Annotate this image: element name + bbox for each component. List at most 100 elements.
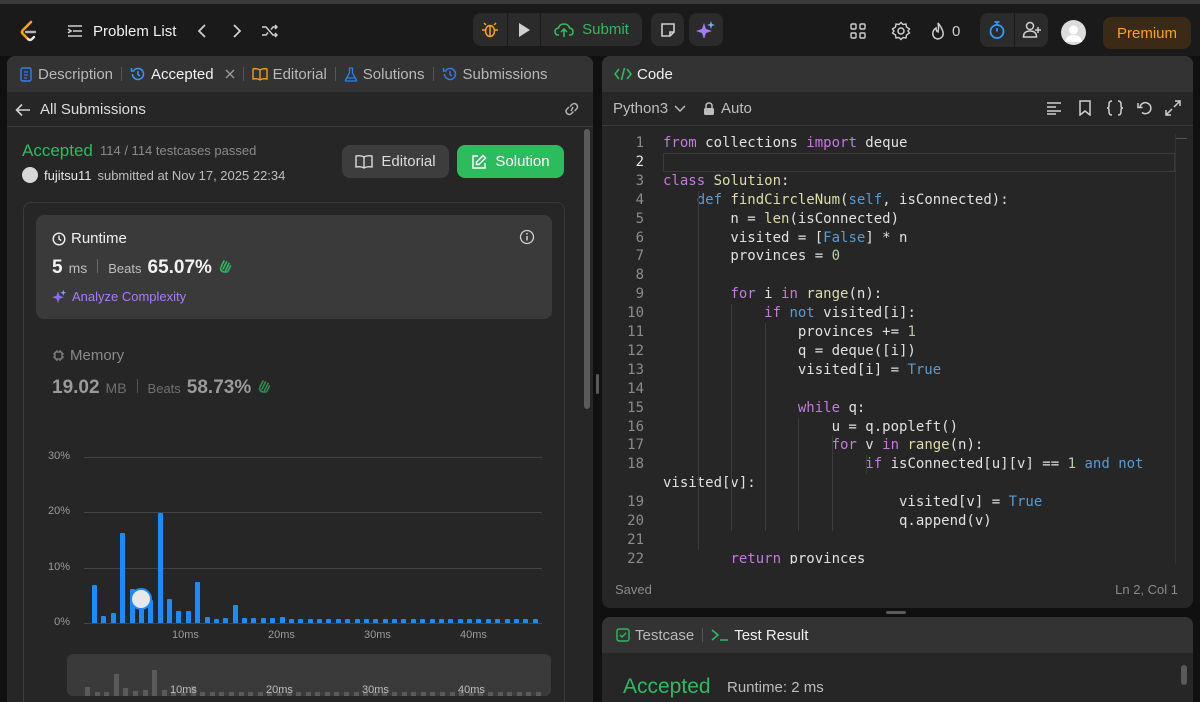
tab-accepted[interactable]: Accepted [124, 66, 241, 83]
runtime-bar[interactable] [260, 618, 266, 623]
runtime-bar[interactable] [242, 618, 247, 623]
submit-button[interactable]: Submit [541, 13, 642, 46]
tab-submissions[interactable]: Submissions [436, 66, 554, 83]
premium-button[interactable]: Premium [1103, 17, 1191, 49]
left-scrollbar[interactable] [584, 129, 590, 409]
test-panel-scrollbar[interactable] [1181, 665, 1187, 685]
runtime-bar[interactable] [176, 611, 182, 623]
runtime-bar[interactable] [532, 618, 538, 623]
runtime-bar[interactable] [485, 618, 491, 623]
leetcode-logo[interactable] [16, 18, 42, 44]
auto-mode-toggle[interactable]: Auto [703, 100, 752, 117]
tab-editorial[interactable]: Editorial [246, 66, 333, 83]
close-tab-icon[interactable] [225, 69, 235, 79]
runtime-bar[interactable] [420, 618, 426, 623]
share-link-icon[interactable] [563, 101, 581, 122]
runtime-bar[interactable] [448, 618, 454, 623]
top-bar: Problem List Submit 0 Premium [0, 0, 1200, 56]
runtime-bar[interactable] [513, 618, 519, 623]
runtime-bar[interactable] [326, 618, 332, 623]
bookmark-icon[interactable] [1078, 100, 1092, 121]
runtime-bar[interactable] [307, 618, 313, 623]
run-button[interactable] [508, 13, 540, 46]
submitter-avatar[interactable] [22, 167, 38, 183]
testcases-passed: 114 / 114 testcases passed [100, 143, 257, 158]
runtime-bar[interactable] [223, 618, 229, 623]
timer-button[interactable] [980, 13, 1014, 47]
runtime-bar[interactable] [354, 618, 360, 623]
mini-bar [123, 687, 129, 696]
settings-gear-icon[interactable] [891, 21, 911, 41]
analyze-complexity-link[interactable]: Analyze Complexity [52, 289, 186, 304]
notes-button[interactable] [651, 13, 684, 46]
editorial-button[interactable]: Editorial [342, 145, 449, 178]
runtime-bar[interactable] [457, 618, 463, 623]
runtime-bar[interactable] [279, 616, 285, 623]
format-lines-icon[interactable] [1046, 101, 1062, 120]
runtime-bar[interactable] [185, 611, 191, 623]
tab-solutions[interactable]: Solutions [338, 66, 431, 83]
runtime-bar[interactable] [167, 599, 172, 623]
tab-description[interactable]: Description [13, 66, 119, 83]
vertical-splitter-handle[interactable] [596, 374, 599, 394]
debug-button[interactable] [473, 13, 507, 46]
runtime-bar[interactable] [373, 618, 379, 623]
streak-counter[interactable]: 0 [930, 19, 960, 43]
submitter-name[interactable]: fujitsu11 [44, 168, 91, 183]
code-line: class Solution: [663, 172, 790, 189]
ai-assistant-button[interactable] [689, 13, 723, 46]
runtime-card[interactable]: Runtime 5 ms Beats 65.07% Analyze Comple… [36, 215, 552, 319]
horizontal-splitter-handle[interactable] [886, 611, 906, 614]
tab-test-result[interactable]: Test Result [705, 627, 814, 644]
language-selector[interactable]: Python3 [613, 100, 686, 117]
add-friend-button[interactable] [1015, 13, 1048, 47]
info-icon[interactable] [519, 229, 535, 250]
back-to-submissions[interactable]: All Submissions [15, 101, 146, 118]
runtime-bar[interactable] [110, 613, 116, 623]
runtime-bar[interactable] [298, 618, 304, 623]
runtime-bar[interactable] [467, 618, 472, 623]
runtime-bar[interactable] [195, 582, 201, 623]
braces-icon[interactable] [1106, 100, 1124, 121]
runtime-bar[interactable] [251, 618, 257, 623]
reset-icon[interactable] [1137, 100, 1153, 121]
runtime-bar[interactable] [429, 618, 435, 623]
tab-testcase[interactable]: Testcase [610, 627, 700, 644]
tab-code[interactable]: Code [608, 66, 679, 83]
runtime-bar[interactable] [410, 618, 416, 623]
range-selector[interactable]: 10ms 20ms 30ms 40ms [67, 654, 551, 696]
editor-scrollbar-track[interactable] [1175, 134, 1176, 564]
runtime-bar[interactable] [504, 618, 510, 623]
prev-problem-icon[interactable] [192, 20, 212, 42]
runtime-bar[interactable] [345, 618, 351, 623]
list-icon[interactable] [64, 20, 86, 42]
runtime-bar[interactable] [438, 618, 444, 623]
runtime-bar[interactable] [92, 585, 97, 623]
solution-button[interactable]: Solution [457, 145, 564, 178]
runtime-bar[interactable] [232, 605, 238, 623]
runtime-bar[interactable] [363, 618, 369, 623]
runtime-bar[interactable] [270, 618, 276, 623]
avatar[interactable] [1061, 20, 1086, 45]
runtime-bar[interactable] [204, 617, 210, 623]
runtime-bar[interactable] [213, 618, 219, 623]
runtime-bar[interactable] [523, 618, 529, 623]
runtime-bar[interactable] [476, 618, 482, 623]
next-problem-icon[interactable] [227, 20, 247, 42]
expand-icon[interactable] [1165, 100, 1181, 121]
layout-icon[interactable] [849, 22, 867, 40]
memory-header[interactable]: Memory [52, 347, 124, 364]
problem-list-link[interactable]: Problem List [93, 18, 176, 44]
code-editor[interactable]: 1 from collections import deque 2 3 class So… [602, 134, 1177, 564]
runtime-bar[interactable] [157, 513, 163, 623]
runtime-bar[interactable] [101, 616, 107, 623]
runtime-bar[interactable] [335, 618, 341, 623]
runtime-bar[interactable] [120, 533, 126, 623]
runtime-bar[interactable] [288, 618, 294, 623]
runtime-bar[interactable] [401, 618, 407, 623]
shuffle-icon[interactable] [259, 20, 281, 42]
runtime-bar[interactable] [495, 618, 501, 623]
runtime-bar[interactable] [382, 618, 388, 623]
runtime-bar[interactable] [392, 618, 397, 623]
runtime-bar[interactable] [317, 618, 322, 623]
